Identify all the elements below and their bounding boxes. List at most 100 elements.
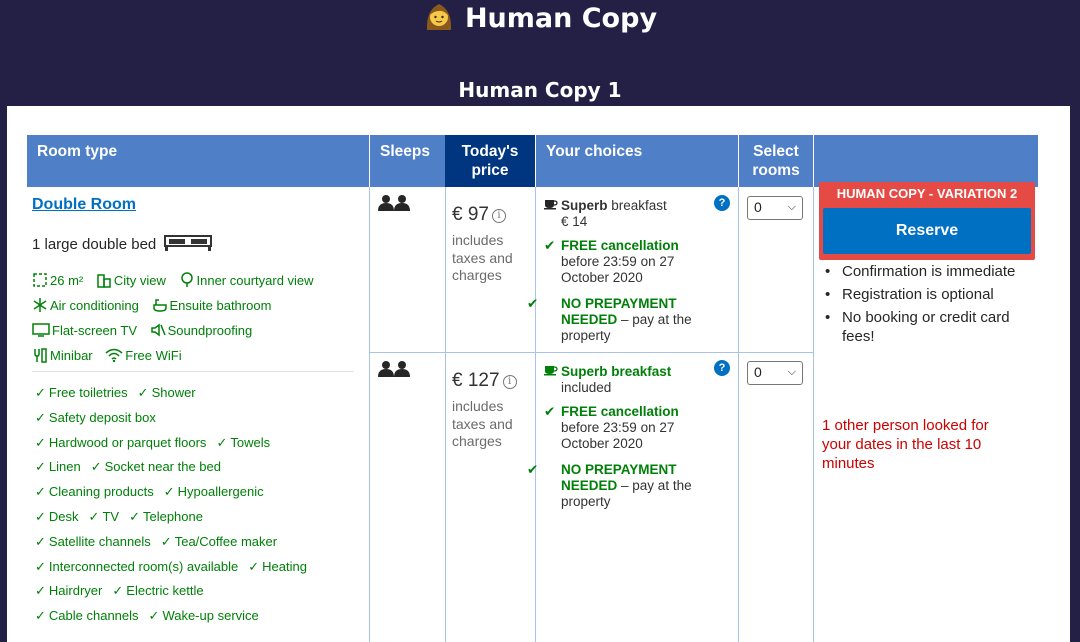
check-icon: ✓ (112, 583, 124, 599)
facility-city-view: City view (96, 272, 166, 288)
price-note-option-1: includes taxes and charges (452, 232, 513, 283)
amenity-row: ✓ Linen ✓ Socket near the bed (35, 459, 231, 475)
check-icon: ✓ (248, 558, 260, 574)
amenity-item: ✓ Tea/Coffee maker (160, 533, 278, 549)
check-icon: ✓ (35, 558, 46, 574)
amenity-row: ✓ Free toiletries ✓ Shower (35, 385, 206, 401)
amenity-item: ✓ Cleaning products (35, 484, 154, 500)
amenity-item: ✓ Hypoallergenic (163, 484, 264, 500)
check-icon: ✓ (35, 409, 46, 425)
tree-icon (180, 272, 193, 287)
check-icon: ✓ (137, 385, 149, 400)
facility-air-conditioning: Air conditioning (32, 297, 139, 313)
check-icon: ✓ (35, 608, 46, 624)
building-icon (97, 274, 111, 288)
amenity-item: ✓ Wake-up service (148, 608, 259, 624)
check-icon: ✓ (35, 385, 46, 400)
info-icon[interactable]: i (491, 209, 506, 223)
sleeps-option-2 (377, 360, 411, 383)
check-icon: ✓ (35, 484, 46, 500)
copy-title: Human Copy 1 (458, 78, 622, 102)
facilities-row: 26 m² City view Inner courtyard view (32, 272, 323, 288)
wifi-icon (105, 348, 123, 363)
app-title: Human Copy (0, 0, 1080, 40)
variation-box: HUMAN COPY - VARIATION 2 Reserve (819, 182, 1035, 260)
check-icon: ✓ (35, 434, 46, 450)
facility-size: 26 m² (32, 272, 83, 288)
price-option-2: € 127 i (452, 370, 517, 392)
amenity-item: ✓ Satellite channels (35, 533, 151, 549)
header-reserve (814, 135, 1038, 187)
people-icon (378, 195, 410, 211)
amenity-row: ✓ Interconnected room(s) available ✓ Heatin… (35, 559, 317, 575)
room-name-link[interactable]: Double Room (32, 196, 136, 214)
check-icon: ✓ (129, 509, 140, 524)
benefit-item: Confirmation is immediate (822, 262, 1032, 281)
tv-icon (32, 323, 50, 337)
amenity-item: ✓ Free toiletries (35, 385, 128, 400)
amenity-item: ✓ Telephone (129, 509, 203, 524)
amenity-row: ✓ Satellite channels ✓ Tea/Coffee maker (35, 534, 287, 550)
people-icon (378, 361, 410, 377)
benefit-item: Registration is optional (822, 285, 1032, 304)
woman-emoji-icon (426, 4, 452, 30)
price-note-option-2: includes taxes and charges (452, 398, 513, 449)
check-icon: ✓ (216, 434, 228, 450)
amenity-item: ✓ Linen (35, 459, 81, 475)
facility-ensuite: Ensuite bathroom (152, 297, 271, 313)
bath-icon (152, 299, 167, 312)
amenity-item: ✓ Hardwood or parquet floors (35, 434, 207, 450)
section-divider (32, 371, 354, 372)
room-table-panel: Room type Sleeps Today's price Your choi… (7, 106, 1070, 642)
check-icon: ✓ (148, 608, 160, 624)
breakfast-option-2: Superb breakfast included (544, 362, 712, 396)
amenity-row: ✓ Safety deposit box (35, 410, 166, 426)
benefit-item: No booking or credit card fees! (822, 308, 1032, 346)
facilities-row: Minibar Free WiFi (32, 347, 191, 363)
size-icon (33, 273, 47, 287)
amenity-item: ✓ Interconnected room(s) available (35, 558, 239, 574)
amenity-item: ✓ Towels (216, 434, 271, 450)
amenity-row: ✓ Desk ✓ TV ✓ Telephone (35, 509, 213, 525)
amenity-item: ✓ Shower (137, 385, 196, 400)
bed-text: 1 large double bed (32, 236, 157, 253)
check-icon: ✓ (160, 533, 172, 549)
coffee-icon (544, 366, 558, 376)
check-icon: ✓ (35, 583, 46, 599)
amenity-item: ✓ Electric kettle (112, 583, 204, 599)
chevron-down-icon: ⌵ (787, 201, 796, 213)
cancellation-option-1: ✔ FREE cancellation before 23:59 on 27 Oc… (544, 238, 679, 285)
column-divider (738, 187, 739, 642)
cancellation-option-2: ✔ FREE cancellation before 23:59 on 27 Oc… (544, 404, 679, 451)
variation-label: HUMAN COPY - VARIATION 2 (836, 186, 1018, 201)
reserve-button[interactable]: Reserve (823, 208, 1031, 254)
room-quantity-select-1[interactable]: 0 ⌵ (747, 196, 803, 220)
amenity-item: ✓ Socket near the bed (90, 459, 221, 475)
minibar-icon (34, 348, 47, 363)
amenity-row: ✓ Cable channels ✓ Wake-up service (35, 608, 269, 624)
header-price: Today's price (445, 135, 535, 187)
amenity-item: ✓ Cable channels (35, 608, 139, 624)
check-icon: ✓ (163, 484, 175, 500)
help-icon[interactable]: ? (714, 195, 730, 211)
amenity-item: ✓ Hairdryer (35, 583, 103, 599)
facility-tv: Flat-screen TV (32, 322, 137, 338)
column-divider (445, 187, 446, 642)
facility-minibar: Minibar (32, 347, 93, 363)
urgency-message: 1 other person looked for your dates in … (822, 417, 989, 472)
room-quantity-select-2[interactable]: 0 ⌵ (747, 361, 803, 385)
sleeps-option-1 (377, 194, 411, 217)
amenity-row: ✓ Cleaning products ✓ Hypoallergenic (35, 484, 274, 500)
facilities-row: Air conditioning Ensuite bathroom (32, 297, 280, 313)
coffee-icon (544, 200, 558, 210)
bed-info: 1 large double bed (32, 234, 213, 253)
help-icon[interactable]: ? (714, 360, 730, 376)
amenity-row: ✓ Hardwood or parquet floors ✓ Towels (35, 435, 280, 451)
chevron-down-icon: ⌵ (787, 366, 796, 378)
facility-wifi: Free WiFi (105, 347, 182, 363)
amenity-item: ✓ Desk (35, 509, 79, 524)
check-icon: ✓ (88, 509, 100, 524)
info-icon[interactable]: i (502, 375, 517, 389)
column-divider (369, 187, 370, 642)
price-option-1: € 97 i (452, 204, 506, 226)
